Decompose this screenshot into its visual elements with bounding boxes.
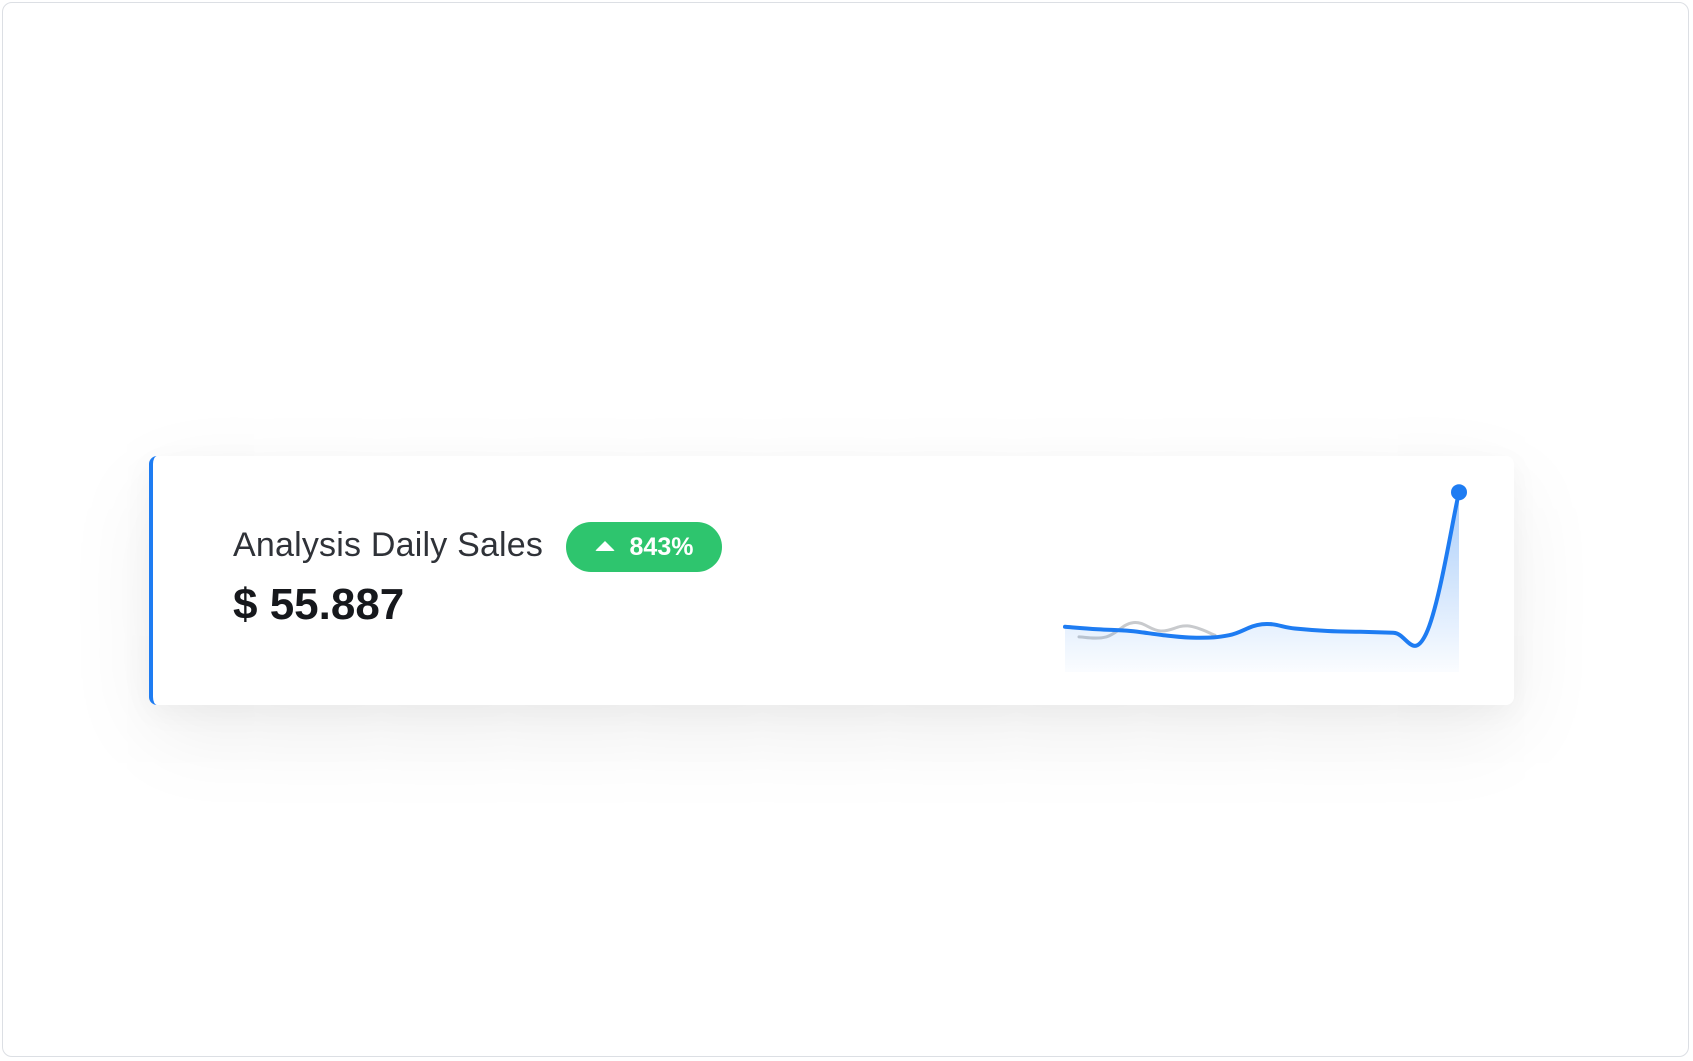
card-title: Analysis Daily Sales [233, 526, 544, 564]
sales-value: $ 55.887 [233, 580, 405, 629]
sparkline-area-fill [1065, 492, 1459, 672]
caret-up-icon [594, 541, 615, 551]
daily-sales-card: Analysis Daily Sales 843% $ 55.887 [149, 456, 1514, 705]
sparkline-end-point [1451, 484, 1467, 501]
sparkline-main-line [1063, 490, 1461, 648]
change-percent: 843% [629, 532, 694, 561]
sparkline-layer [1063, 484, 1467, 672]
screenshot-frame: Analysis Daily Sales 843% $ 55.887 [2, 2, 1689, 1057]
sparkline-chart [1063, 484, 1467, 672]
change-badge: 843% [566, 522, 722, 572]
